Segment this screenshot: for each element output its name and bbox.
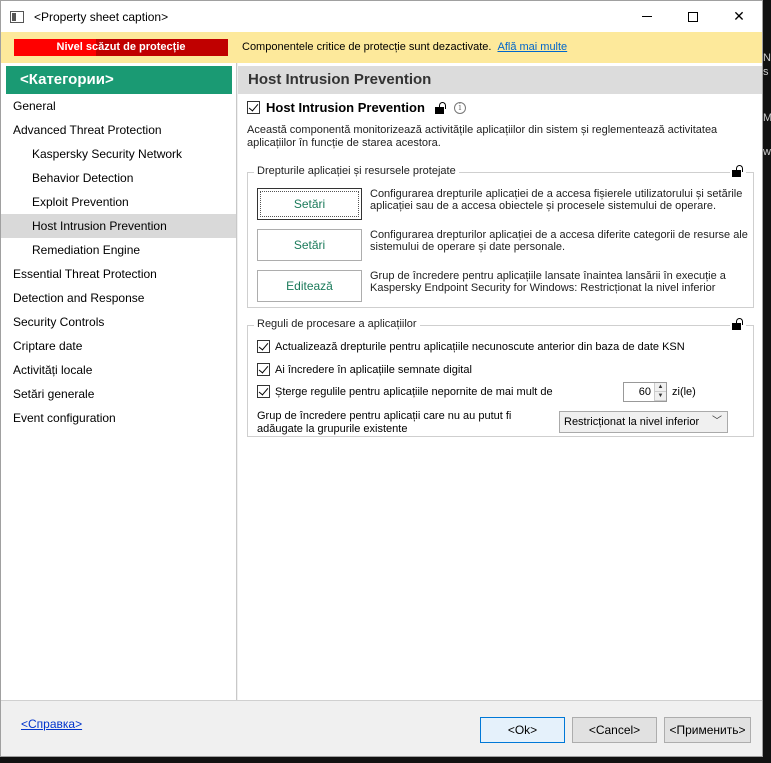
help-link[interactable]: <Справка> [21, 717, 82, 731]
info-icon[interactable]: i [453, 101, 466, 114]
nav-item-general-settings[interactable]: Setări generale [1, 382, 236, 406]
window-title: <Property sheet caption> [34, 9, 169, 24]
days-unit: zi(le) [672, 386, 696, 398]
group-lock-icon[interactable] [730, 165, 746, 180]
nav-item-detection-and-response[interactable]: Detection and Response [1, 286, 236, 310]
feature-title: Host Intrusion Prevention [266, 100, 425, 115]
nav-item-local-tasks[interactable]: Activități locale [1, 358, 236, 382]
default-trust-group-select[interactable]: Restricționat la nivel inferior ﹀ [559, 411, 728, 433]
resource-access-description: Configurarea drepturilor aplicației de a… [370, 229, 748, 253]
nav-item-remediation-engine[interactable]: Remediation Engine [1, 238, 236, 262]
trust-group-row: Editează Grup de încredere pentru aplica… [257, 270, 750, 302]
delete-rules-label: Șterge regulile pentru aplicațiile nepor… [275, 385, 553, 398]
settings-panel: Host Intrusion Prevention Host Intrusion… [238, 63, 762, 700]
nav-item-host-intrusion-prevention[interactable]: Host Intrusion Prevention [1, 214, 236, 238]
app-window-icon [10, 10, 24, 23]
nav-item-kaspersky-security-network[interactable]: Kaspersky Security Network [1, 142, 236, 166]
nav-item-behavior-detection[interactable]: Behavior Detection [1, 166, 236, 190]
feature-description: Această componentă monitorizează activit… [247, 124, 718, 149]
trust-group-description: Grup de încredere pentru aplicațiile lan… [370, 270, 726, 294]
title-bar: <Property sheet caption> ✕ [1, 1, 762, 32]
edge-fragment: Ma [763, 112, 771, 124]
background-window-edge: N s Ma wi [763, 0, 771, 763]
resource-access-settings-button[interactable]: Setări [257, 229, 362, 261]
feature-enabled-checkbox[interactable] [247, 101, 260, 114]
ok-button[interactable]: <Ok> [480, 717, 565, 743]
nav-item-advanced-threat-protection[interactable]: Advanced Threat Protection [1, 118, 236, 142]
days-value: 60 [638, 386, 651, 398]
default-trust-group-value: Restricționat la nivel inferior [564, 416, 700, 428]
category-nav: General Advanced Threat Protection Kaspe… [1, 94, 236, 430]
file-access-settings-button[interactable]: Setări [257, 188, 362, 220]
trust-signed-row: Ai încredere în aplicațiile semnate digi… [257, 363, 472, 376]
background-edge [0, 757, 771, 763]
update-ksn-rights-label: Actualizează drepturile pentru aplicații… [275, 340, 685, 353]
minimize-button[interactable] [624, 1, 670, 32]
default-trust-group-label: Grup de încredere pentru aplicații care … [257, 410, 512, 435]
dialog-footer: <Справка> <Ok> <Cancel> <Применить> [1, 700, 762, 756]
notification-bar: Nivel scăzut de protecție Componentele c… [1, 32, 762, 63]
categories-sidebar: <Категории> General Advanced Threat Prot… [1, 63, 237, 700]
stepper-up-icon[interactable]: ▲ [655, 383, 666, 392]
notification-message: Componentele critice de protecție sunt d… [242, 41, 567, 53]
edge-fragment: s [763, 66, 769, 78]
feature-toggle-row: Host Intrusion Prevention i [247, 100, 466, 115]
trust-signed-checkbox[interactable] [257, 363, 270, 376]
chevron-down-icon: ﹀ [712, 416, 722, 427]
edit-trust-group-button[interactable]: Editează [257, 270, 362, 302]
cancel-button[interactable]: <Cancel> [572, 717, 657, 743]
file-access-row: Setări Configurarea drepturile aplicație… [257, 188, 750, 220]
edge-fragment: wi [763, 146, 771, 158]
nav-item-data-encryption[interactable]: Criptare date [1, 334, 236, 358]
categories-header: <Категории> [6, 66, 232, 94]
processing-rules-group-title: Reguli de procesare a aplicațiilor [254, 318, 420, 330]
nav-item-general[interactable]: General [1, 94, 236, 118]
learn-more-link[interactable]: Află mai multe [497, 41, 567, 53]
delete-rules-checkbox[interactable] [257, 385, 270, 398]
nav-item-essential-threat-protection[interactable]: Essential Threat Protection [1, 262, 236, 286]
group-lock-icon[interactable] [730, 318, 746, 333]
apply-button[interactable]: <Применить> [664, 717, 751, 743]
close-button[interactable]: ✕ [716, 1, 762, 32]
minimize-icon [642, 16, 652, 17]
nav-item-exploit-prevention[interactable]: Exploit Prevention [1, 190, 236, 214]
update-ksn-rights-checkbox[interactable] [257, 340, 270, 353]
app-rights-group-title: Drepturile aplicației și resursele prote… [254, 165, 459, 177]
section-header: Host Intrusion Prevention [238, 66, 762, 94]
maximize-icon [688, 11, 698, 22]
edge-fragment: N [763, 52, 771, 64]
close-icon: ✕ [733, 8, 745, 24]
resource-access-row: Setări Configurarea drepturilor aplicați… [257, 229, 750, 261]
update-ksn-rights-row: Actualizează drepturile pentru aplicații… [257, 340, 685, 353]
lock-icon[interactable] [434, 101, 447, 114]
nav-item-security-controls[interactable]: Security Controls [1, 310, 236, 334]
file-access-description: Configurarea drepturile aplicației de a … [370, 188, 743, 212]
days-stepper[interactable]: 60 ▲ ▼ [623, 382, 667, 402]
processing-rules-group: Reguli de procesare a aplicațiilor Actua… [247, 318, 754, 437]
notification-text: Componentele critice de protecție sunt d… [242, 41, 492, 53]
stepper-down-icon[interactable]: ▼ [655, 392, 666, 401]
nav-item-event-configuration[interactable]: Event configuration [1, 406, 236, 430]
property-sheet-window: <Property sheet caption> ✕ Nivel scăzut … [0, 0, 763, 757]
maximize-button[interactable] [670, 1, 716, 32]
app-rights-group: Drepturile aplicației și resursele prote… [247, 165, 754, 308]
trust-signed-label: Ai încredere în aplicațiile semnate digi… [275, 363, 472, 376]
protection-level-badge: Nivel scăzut de protecție [14, 39, 228, 56]
delete-rules-row: Șterge regulile pentru aplicațiile nepor… [257, 385, 553, 398]
